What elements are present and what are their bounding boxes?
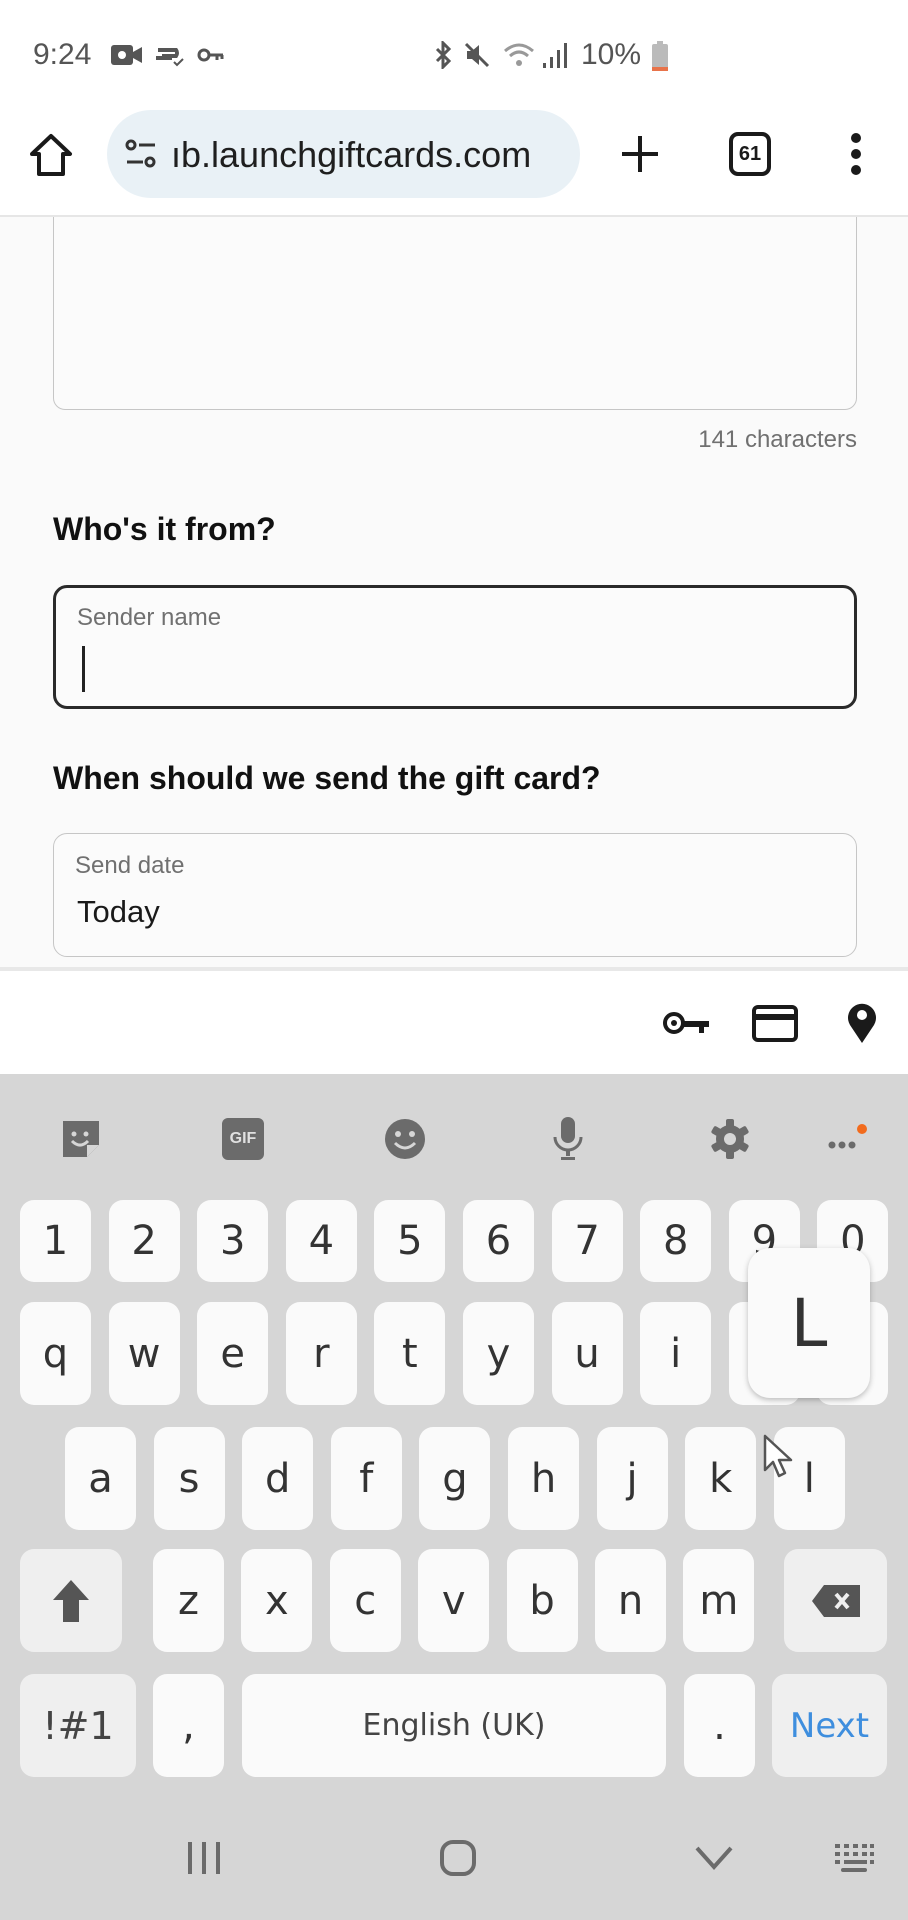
key-n[interactable]: n xyxy=(595,1549,666,1652)
keyboard-switch-icon[interactable] xyxy=(832,1834,876,1882)
signal-icon xyxy=(541,42,571,68)
location-pin-icon[interactable] xyxy=(846,999,878,1045)
key-v[interactable]: v xyxy=(418,1549,490,1652)
video-camera-icon xyxy=(110,42,144,68)
key-2[interactable]: 2 xyxy=(108,1200,180,1282)
autofill-bar xyxy=(0,967,908,1074)
space-key[interactable]: English (UK) xyxy=(242,1674,666,1777)
on-screen-keyboard: GIF !#1 , English (UK) . Next 1234567890… xyxy=(0,1074,908,1920)
key-8[interactable]: 8 xyxy=(640,1200,712,1282)
message-textarea[interactable] xyxy=(53,217,857,410)
home-button-icon[interactable] xyxy=(436,1834,480,1882)
plus-icon[interactable] xyxy=(618,132,662,176)
key-q[interactable]: q xyxy=(20,1302,91,1405)
tune-icon[interactable] xyxy=(123,136,159,172)
key-g[interactable]: g xyxy=(419,1427,491,1530)
key-s[interactable]: s xyxy=(153,1427,225,1530)
url-bar[interactable]: ıb.launchgiftcards.com xyxy=(107,110,580,198)
key-j[interactable]: j xyxy=(596,1427,668,1530)
more-icon[interactable] xyxy=(822,1114,872,1164)
battery-icon xyxy=(651,40,669,72)
key-m[interactable]: m xyxy=(683,1549,755,1652)
key-b[interactable]: b xyxy=(506,1549,578,1652)
backspace-key[interactable] xyxy=(784,1549,887,1652)
key-t[interactable]: t xyxy=(374,1302,446,1405)
send-date-field[interactable]: Send date Today xyxy=(53,833,857,957)
url-text: ıb.launchgiftcards.com xyxy=(171,134,532,175)
key-h[interactable]: h xyxy=(508,1427,579,1530)
key-c[interactable]: c xyxy=(329,1549,401,1652)
gif-label: GIF xyxy=(222,1118,264,1160)
browser-toolbar: ıb.launchgiftcards.com 61 xyxy=(0,110,908,217)
key-6[interactable]: 6 xyxy=(463,1200,534,1282)
sender-heading: Who's it from? xyxy=(53,511,276,547)
key-z[interactable]: z xyxy=(153,1549,224,1652)
period-key[interactable]: . xyxy=(684,1674,755,1777)
key-i[interactable]: i xyxy=(640,1302,712,1405)
mouse-cursor-icon xyxy=(763,1434,797,1482)
key-7[interactable]: 7 xyxy=(551,1200,623,1282)
battery-percent: 10% xyxy=(581,38,642,71)
key-f[interactable]: f xyxy=(330,1427,402,1530)
backspace-icon xyxy=(811,1584,860,1617)
home-icon[interactable] xyxy=(28,132,74,178)
key-x[interactable]: x xyxy=(241,1549,313,1652)
message-char-count: 141 characters xyxy=(698,426,857,453)
key-k[interactable]: k xyxy=(685,1427,757,1530)
key-5[interactable]: 5 xyxy=(374,1200,446,1282)
wifi-icon xyxy=(503,42,535,68)
shift-arrow-icon xyxy=(53,1579,89,1622)
microphone-icon[interactable] xyxy=(543,1114,593,1164)
comma-key[interactable]: , xyxy=(153,1674,224,1777)
settings-icon[interactable] xyxy=(705,1114,755,1164)
key-icon[interactable] xyxy=(662,1007,712,1039)
key-d[interactable]: d xyxy=(242,1427,314,1530)
key-preview-popup: L xyxy=(748,1248,870,1398)
symbols-key[interactable]: !#1 xyxy=(20,1674,136,1777)
emoji-icon[interactable] xyxy=(380,1114,430,1164)
sender-name-label: Sender name xyxy=(77,604,222,631)
key-3[interactable]: 3 xyxy=(197,1200,269,1282)
sender-name-field[interactable]: Sender name xyxy=(53,585,857,709)
key-y[interactable]: y xyxy=(463,1302,534,1405)
send-date-label: Send date xyxy=(75,852,185,879)
credit-card-icon[interactable] xyxy=(752,1004,798,1042)
key-r[interactable]: r xyxy=(285,1302,357,1405)
status-time: 9:24 xyxy=(33,38,92,71)
key-4[interactable]: 4 xyxy=(285,1200,357,1282)
sync-icon xyxy=(154,42,186,68)
key-1[interactable]: 1 xyxy=(20,1200,91,1282)
key-u[interactable]: u xyxy=(551,1302,623,1405)
recent-apps-icon[interactable] xyxy=(182,1834,226,1882)
sticker-icon[interactable] xyxy=(56,1114,106,1164)
gift-card-form: 141 characters Who's it from? Sender nam… xyxy=(0,217,908,967)
key-a[interactable]: a xyxy=(65,1427,136,1530)
text-caret xyxy=(82,646,85,692)
key-e[interactable]: e xyxy=(197,1302,269,1405)
key-w[interactable]: w xyxy=(108,1302,180,1405)
shift-key[interactable] xyxy=(20,1549,122,1652)
mute-icon xyxy=(463,42,491,68)
key-icon xyxy=(197,42,225,68)
send-date-value: Today xyxy=(77,894,160,929)
hide-keyboard-icon[interactable] xyxy=(692,1834,736,1882)
tab-switcher-icon[interactable]: 61 xyxy=(729,132,771,176)
next-key[interactable]: Next xyxy=(772,1674,887,1777)
more-vert-icon[interactable] xyxy=(846,130,866,178)
status-bar: 9:24 10% xyxy=(0,0,908,110)
gif-icon[interactable]: GIF xyxy=(218,1114,268,1164)
date-heading: When should we send the gift card? xyxy=(53,760,601,796)
bluetooth-icon xyxy=(431,41,457,69)
